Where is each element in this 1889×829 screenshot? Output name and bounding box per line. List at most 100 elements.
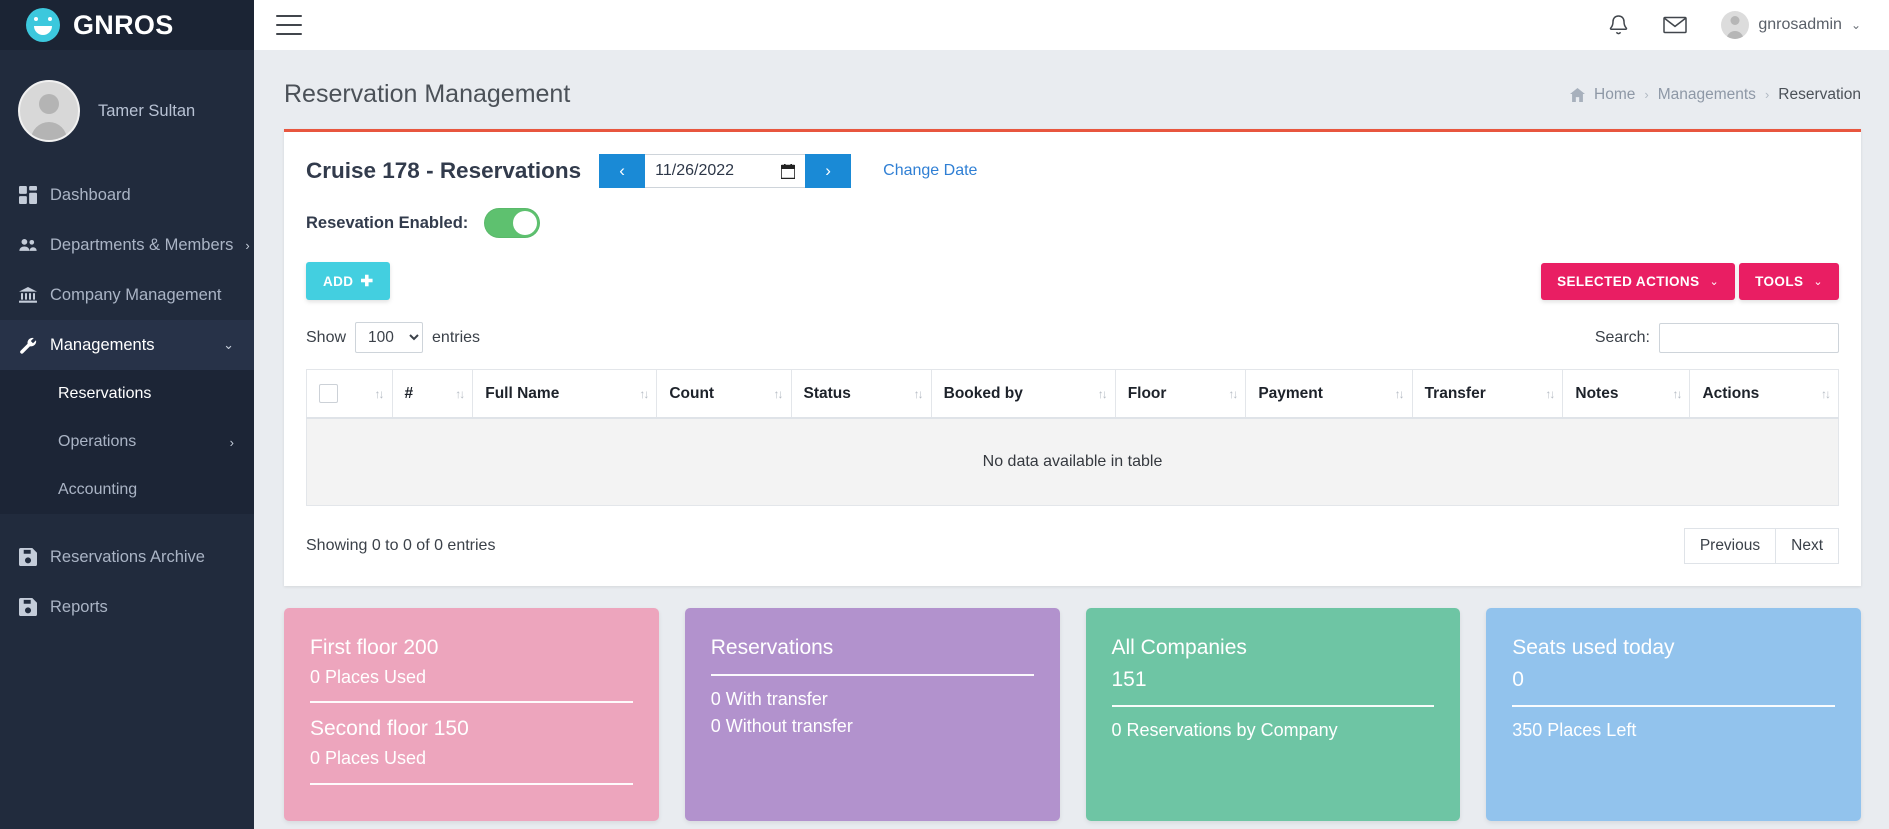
add-button-label: ADD: [323, 273, 354, 289]
user-menu[interactable]: gnrosadmin ⌄: [1721, 11, 1861, 39]
stat-line: 0 Places Used: [310, 747, 427, 768]
sort-icon[interactable]: ↑↓: [1395, 387, 1405, 401]
content: Cruise 178 - Reservations ‹ 11/26/2022 ›…: [254, 129, 1889, 586]
user-name: gnrosadmin: [1758, 16, 1842, 33]
home-icon[interactable]: [1570, 87, 1585, 102]
sort-icon[interactable]: ↑↓: [1545, 387, 1555, 401]
sort-icon[interactable]: ↑↓: [1672, 387, 1682, 401]
column-number[interactable]: # ↑↓: [391, 369, 474, 419]
bank-icon: [18, 285, 38, 305]
column-actions[interactable]: Actions ↑↓: [1689, 369, 1839, 419]
sidebar-item-accounting[interactable]: Accounting: [0, 466, 254, 514]
sidebar-item-company-management[interactable]: Company Management: [0, 270, 254, 320]
smiley-logo-icon: [26, 8, 60, 42]
stat-value: 151: [1111, 667, 1147, 691]
grid-icon: [18, 185, 38, 205]
sidebar-item-reservations-archive[interactable]: Reservations Archive: [0, 532, 254, 582]
stat-line: 0 Reservations by Company: [1111, 720, 1338, 740]
column-booked-by[interactable]: Booked by ↑↓: [930, 369, 1116, 419]
sidebar-item-label: Company Management: [50, 285, 222, 304]
sidebar-item-departments-members[interactable]: Departments & Members ›: [0, 220, 254, 270]
sidebar-item-label: Reservations Archive: [50, 547, 205, 566]
plus-icon: ✚: [360, 273, 374, 290]
stat-card-companies: All Companies 151 0 Reservations by Comp…: [1085, 608, 1461, 821]
add-button[interactable]: ADD ✚: [306, 262, 391, 300]
reservation-enabled-toggle[interactable]: [484, 208, 541, 238]
sidebar-item-label: Managements: [50, 335, 155, 354]
previous-page-button[interactable]: Previous: [1683, 528, 1777, 564]
sidebar-nav: Dashboard Departments & Members › Compan…: [0, 170, 254, 632]
sort-icon[interactable]: ↑↓: [1821, 387, 1831, 401]
sort-icon[interactable]: ↑↓: [639, 387, 649, 401]
breadcrumb: Home › Managements › Reservation: [1570, 86, 1861, 104]
empty-message: No data available in table: [306, 417, 1839, 506]
app-root: GNROS Tamer Sultan Dashboard Departments…: [0, 0, 1889, 829]
stat-divider: [1111, 705, 1435, 707]
table-header: ↑↓ # ↑↓ Full Name ↑↓ Count ↑↓ Status ↑↓ …: [306, 369, 1839, 419]
topbar-actions: gnrosadmin ⌄: [1608, 11, 1861, 39]
sidebar-subitem-label: Operations: [58, 433, 137, 450]
selected-actions-label: SELECTED ACTIONS: [1557, 273, 1700, 289]
brand[interactable]: GNROS: [0, 0, 254, 50]
column-status[interactable]: Status ↑↓: [790, 369, 932, 419]
column-payment[interactable]: Payment ↑↓: [1245, 369, 1413, 419]
sidebar-item-managements[interactable]: Managements ⌄: [0, 320, 254, 370]
date-value: 11/26/2022: [655, 162, 735, 179]
next-day-button[interactable]: ›: [805, 154, 852, 188]
search-input[interactable]: [1659, 322, 1839, 353]
column-label: Floor: [1127, 384, 1167, 402]
hamburger-icon[interactable]: [276, 15, 302, 35]
select-all-checkbox[interactable]: [319, 384, 338, 403]
column-full-name[interactable]: Full Name ↑↓: [472, 369, 658, 419]
sidebar-item-label: Dashboard: [50, 185, 131, 204]
column-count[interactable]: Count ↑↓: [656, 369, 792, 419]
sidebar-subitem-label: Reservations: [58, 385, 152, 402]
chevron-down-icon: ⌄: [1850, 18, 1861, 32]
sidebar-item-reports[interactable]: Reports: [0, 582, 254, 632]
column-label: Count: [669, 384, 715, 402]
sort-icon[interactable]: ↑↓: [455, 387, 465, 401]
search-box: Search:: [1595, 322, 1839, 353]
sort-icon[interactable]: ↑↓: [914, 387, 924, 401]
date-input[interactable]: 11/26/2022: [645, 154, 806, 188]
selected-actions-button[interactable]: SELECTED ACTIONS ⌄: [1541, 262, 1736, 300]
card-header: Cruise 178 - Reservations ‹ 11/26/2022 ›…: [306, 150, 1839, 188]
sort-icon[interactable]: ↑↓: [1228, 387, 1238, 401]
sort-icon[interactable]: ↑↓: [375, 387, 385, 401]
envelope-icon[interactable]: [1663, 15, 1688, 35]
column-notes[interactable]: Notes ↑↓: [1562, 369, 1691, 419]
bell-icon[interactable]: [1608, 14, 1629, 37]
column-label: Payment: [1258, 384, 1323, 402]
entries-select[interactable]: 100: [355, 322, 424, 353]
page-header: Reservation Management Home › Management…: [254, 50, 1889, 129]
breadcrumb-item-home[interactable]: Home: [1594, 86, 1635, 104]
stat-card-seats: Seats used today 0 350 Places Left: [1486, 608, 1861, 821]
sidebar-item-dashboard[interactable]: Dashboard: [0, 170, 254, 220]
breadcrumb-item-managements[interactable]: Managements: [1658, 86, 1756, 104]
column-select-all[interactable]: ↑↓: [306, 369, 393, 419]
people-icon: [18, 235, 38, 255]
show-label: Show: [306, 328, 347, 346]
sidebar: GNROS Tamer Sultan Dashboard Departments…: [0, 0, 254, 829]
sidebar-item-reservations[interactable]: Reservations: [0, 370, 254, 418]
sort-icon[interactable]: ↑↓: [774, 387, 784, 401]
entries-label: entries: [432, 328, 481, 346]
card-actions: ADD ✚ SELECTED ACTIONS ⌄ TOOLS ⌄: [306, 262, 1839, 300]
stat-title: Reservations: [710, 636, 834, 659]
sort-icon[interactable]: ↑↓: [1098, 387, 1108, 401]
previous-day-button[interactable]: ‹: [599, 154, 646, 188]
column-floor[interactable]: Floor ↑↓: [1114, 369, 1247, 419]
stat-cards: First floor 200 0 Places Used Second flo…: [254, 586, 1889, 821]
nav-divider: [0, 514, 254, 532]
calendar-icon[interactable]: [781, 163, 796, 179]
next-page-button[interactable]: Next: [1776, 528, 1839, 564]
reservations-card: Cruise 178 - Reservations ‹ 11/26/2022 ›…: [284, 129, 1861, 586]
sidebar-item-operations[interactable]: Operations ›: [0, 418, 254, 466]
avatar: [18, 80, 80, 142]
sidebar-profile: Tamer Sultan: [0, 50, 254, 170]
tools-button[interactable]: TOOLS ⌄: [1739, 262, 1839, 300]
change-date-link[interactable]: Change Date: [883, 162, 977, 180]
stat-title: All Companies: [1111, 636, 1247, 659]
column-transfer[interactable]: Transfer ↑↓: [1411, 369, 1564, 419]
sidebar-subitem-label: Accounting: [58, 481, 138, 498]
